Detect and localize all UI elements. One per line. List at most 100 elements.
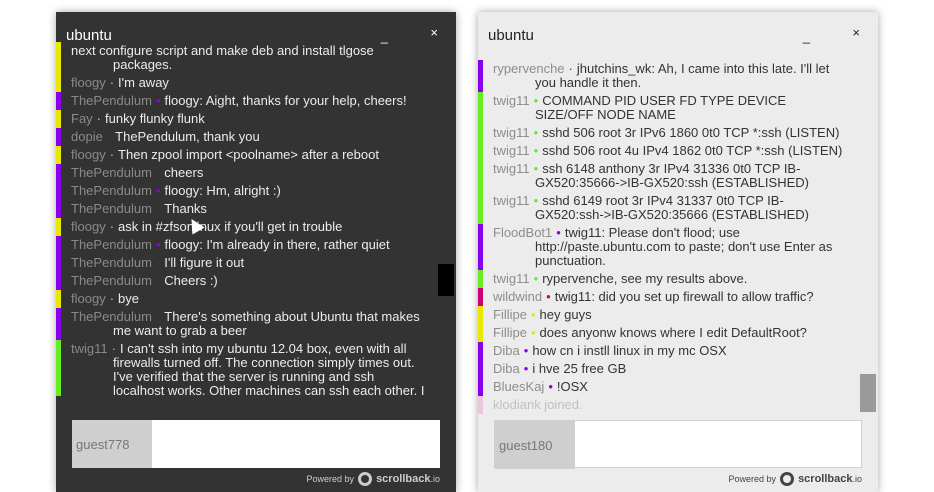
message-nick[interactable]: Fillipe	[493, 325, 527, 340]
message-row[interactable]: twig11 • sshd 6149 root 3r IPv4 31337 0t0 …	[478, 192, 858, 224]
message-nick[interactable]: Fillipe	[493, 307, 527, 322]
message-row[interactable]: floogy · I'm away	[56, 74, 436, 92]
message-row[interactable]: wildwind • twig11: did you set up firewall…	[478, 288, 858, 306]
message-separator: •	[533, 125, 539, 140]
message-text: Then zpool import <poolname> after a reb…	[118, 147, 379, 162]
chat-window-light: ubuntu _ × rypervenche · jhutchins_wk: Ah,…	[478, 12, 878, 492]
message-nick[interactable]: floogy	[71, 75, 106, 90]
message-row[interactable]: ThePendulum · cheers	[56, 164, 436, 182]
message-nick[interactable]: twig11	[493, 143, 530, 158]
message-nick[interactable]: dopie	[71, 129, 103, 144]
message-input[interactable]	[152, 420, 440, 468]
nick-box[interactable]: guest778	[72, 420, 152, 468]
nick-box[interactable]: guest180	[495, 421, 575, 469]
powered-by-label: Powered by	[306, 474, 355, 484]
message-nick[interactable]: ThePendulum	[71, 255, 152, 270]
message-input[interactable]	[575, 421, 861, 467]
message-separator: ·	[109, 147, 115, 162]
scrollbar[interactable]	[858, 58, 878, 412]
message-nick[interactable]: floogy	[71, 291, 106, 306]
message-row[interactable]: twig11 • rypervenche, see my results above…	[478, 270, 858, 288]
message-row[interactable]: Diba • i hve 25 free GB	[478, 360, 858, 378]
message-row[interactable]: twig11 • sshd 506 root 4u IPv4 1862 0t0 TC…	[478, 142, 858, 160]
message-nick[interactable]: twig11	[71, 341, 108, 356]
message-nick[interactable]: BluesKaj	[493, 379, 544, 394]
message-row[interactable]: twig11 • ssh 6148 anthony 3r IPv4 31336 0t…	[478, 160, 858, 192]
message-nick[interactable]: ThePendulum	[71, 183, 152, 198]
minimize-button[interactable]: _	[803, 29, 810, 44]
message-row[interactable]: next configure script and make deb and i…	[56, 42, 436, 74]
message-row[interactable]: ThePendulum • floogy: Hm, alright :)	[56, 182, 436, 200]
message-text: does anyonw knows where I edit DefaultRo…	[539, 325, 807, 340]
message-list[interactable]: next configure script and make deb and i…	[56, 42, 436, 396]
message-separator: ·	[111, 341, 116, 356]
powered-by[interactable]: Powered by scrollback.io	[307, 472, 440, 486]
message-nick[interactable]: floogy	[71, 219, 106, 234]
scrollbar-thumb[interactable]	[860, 374, 876, 412]
message-nick[interactable]: klodiank joined.	[493, 397, 583, 412]
scrollbar[interactable]	[436, 58, 456, 412]
message-nick[interactable]: wildwind	[493, 289, 542, 304]
message-separator: ·	[109, 291, 115, 306]
message-text: floogy: Hm, alright :)	[164, 183, 281, 198]
message-text: I can't ssh into my ubuntu 12.04 box, ev…	[113, 341, 425, 397]
message-row[interactable]: twig11 · I can't ssh into my ubuntu 12.04 …	[56, 340, 436, 396]
message-nick[interactable]: rypervenche	[493, 61, 565, 76]
message-text: funky flunky flunk	[105, 111, 205, 126]
message-text: Cheers :)	[164, 273, 218, 288]
close-button[interactable]: ×	[852, 25, 860, 40]
message-row[interactable]: klodiank joined.	[478, 396, 858, 414]
message-row[interactable]: Fillipe • hey guys	[478, 306, 858, 324]
message-row[interactable]: ThePendulum · Thanks	[56, 200, 436, 218]
close-button[interactable]: ×	[430, 25, 438, 40]
message-text: ssh 6148 anthony 3r IPv4 31336 0t0 TCP I…	[535, 161, 809, 190]
logo-suffix: .io	[852, 474, 862, 484]
message-text: next configure script and make deb and i…	[71, 43, 374, 72]
message-row[interactable]: Fillipe • does anyonw knows where I edit D…	[478, 324, 858, 342]
message-text: sshd 506 root 3r IPv6 1860 0t0 TCP *:ssh…	[542, 125, 840, 140]
message-nick[interactable]: ThePendulum	[71, 93, 152, 108]
message-nick[interactable]: ThePendulum	[71, 165, 152, 180]
message-row[interactable]: twig11 • sshd 506 root 3r IPv6 1860 0t0 TC…	[478, 124, 858, 142]
message-nick[interactable]: ThePendulum	[71, 273, 152, 288]
message-text: ask in #zfsonlinux if you'll get in trou…	[118, 219, 343, 234]
message-nick[interactable]: Diba	[493, 361, 520, 376]
message-separator: •	[523, 361, 529, 376]
message-row[interactable]: BluesKaj • !OSX	[478, 378, 858, 396]
message-row[interactable]: floogy · ask in #zfsonlinux if you'll get …	[56, 218, 436, 236]
message-nick[interactable]: twig11	[493, 271, 530, 286]
message-nick[interactable]: twig11	[493, 93, 530, 108]
message-row[interactable]: ThePendulum · I'll figure it out	[56, 254, 436, 272]
message-row[interactable]: Fay · funky flunky flunk	[56, 110, 436, 128]
message-row[interactable]: rypervenche · jhutchins_wk: Ah, I came int…	[478, 60, 858, 92]
message-nick[interactable]: floogy	[71, 147, 106, 162]
message-row[interactable]: ThePendulum · There's something about Ubun…	[56, 308, 436, 340]
scrollbar-thumb[interactable]	[438, 264, 454, 296]
message-text: ThePendulum, thank you	[115, 129, 260, 144]
message-row[interactable]: Diba • how cn i instll linux in my mc OSX	[478, 342, 858, 360]
message-row[interactable]: FloodBot1 • twig11: Please don't flood; us…	[478, 224, 858, 270]
message-row[interactable]: floogy · Then zpool import <poolname> afte…	[56, 146, 436, 164]
message-separator: •	[155, 183, 161, 198]
message-nick[interactable]: Diba	[493, 343, 520, 358]
message-list[interactable]: rypervenche · jhutchins_wk: Ah, I came int…	[478, 60, 858, 414]
message-row[interactable]: ThePendulum · Cheers :)	[56, 272, 436, 290]
message-text: floogy: I'm already in there, rather qui…	[164, 237, 390, 252]
message-row[interactable]: floogy · bye	[56, 290, 436, 308]
message-nick[interactable]: twig11	[493, 125, 530, 140]
message-nick[interactable]: FloodBot1	[493, 225, 552, 240]
message-separator: ·	[155, 309, 161, 324]
message-nick[interactable]: ThePendulum	[71, 201, 152, 216]
powered-by[interactable]: Powered by scrollback.io	[729, 472, 862, 486]
chat-window-dark: ubuntu _ × next configure script and mak…	[56, 12, 456, 492]
message-row[interactable]: ThePendulum • floogy: Aight, thanks for yo…	[56, 92, 436, 110]
message-row[interactable]: ThePendulum • floogy: I'm already in there…	[56, 236, 436, 254]
message-text: twig11: Please don't flood; use http://p…	[535, 225, 833, 268]
message-nick[interactable]: Fay	[71, 111, 93, 126]
message-row[interactable]: twig11 • COMMAND PID USER FD TYPE DEVICE S…	[478, 92, 858, 124]
message-row[interactable]: dopie · ThePendulum, thank you	[56, 128, 436, 146]
message-nick[interactable]: ThePendulum	[71, 309, 152, 324]
message-nick[interactable]: twig11	[493, 161, 530, 176]
message-nick[interactable]: ThePendulum	[71, 237, 152, 252]
message-nick[interactable]: twig11	[493, 193, 530, 208]
